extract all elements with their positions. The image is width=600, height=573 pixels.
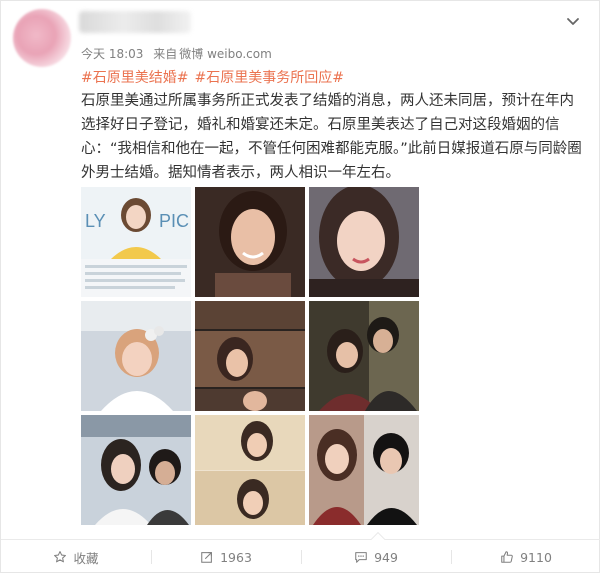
comment-icon xyxy=(355,552,367,563)
post-text: 石原里美通过所属事务所正式发表了结婚的消息，两人还未同居，预计在年内选择好日子登… xyxy=(81,93,582,181)
thumbs-up-icon xyxy=(501,551,513,563)
post-image-5[interactable] xyxy=(195,301,305,411)
post-image-1[interactable]: LY PIC xyxy=(81,187,191,297)
repost-icon xyxy=(201,552,212,563)
comment-count: 949 xyxy=(374,549,398,565)
favorite-label: 收藏 xyxy=(73,550,99,566)
post-meta: 今天 18:03 来自 微博 weibo.com xyxy=(81,45,272,62)
post-time[interactable]: 今天 18:03 xyxy=(81,47,143,61)
hashtag-link[interactable]: #石原里美结婚# xyxy=(81,70,188,86)
svg-text:LY: LY xyxy=(85,211,106,231)
post-image-6[interactable] xyxy=(309,301,419,411)
post-image-9[interactable] xyxy=(309,415,419,525)
source-prefix: 来自 xyxy=(153,47,178,61)
post-image-2[interactable] xyxy=(195,187,305,297)
svg-text:PIC: PIC xyxy=(159,211,189,231)
hashtag-link[interactable]: #石原里美事务所回应# xyxy=(194,70,343,86)
chevron-down-icon[interactable] xyxy=(565,13,581,29)
username-redacted[interactable] xyxy=(79,11,191,33)
like-button[interactable]: 9110 xyxy=(451,540,600,573)
avatar[interactable] xyxy=(13,9,71,67)
favorite-button[interactable]: 收藏 xyxy=(1,540,151,573)
post-image-7[interactable] xyxy=(81,415,191,525)
like-count: 9110 xyxy=(520,549,552,565)
image-grid: LY PIC xyxy=(81,187,421,525)
comment-button[interactable]: 949 xyxy=(301,540,451,573)
post-image-3[interactable] xyxy=(309,187,419,297)
hashtags: #石原里美结婚# #石原里美事务所回应# xyxy=(81,67,344,87)
weibo-post-card: 今天 18:03 来自 微博 weibo.com #石原里美结婚# #石原里美事务所… xyxy=(0,0,600,573)
post-image-4[interactable] xyxy=(81,301,191,411)
star-icon xyxy=(54,551,67,563)
post-source[interactable]: 微博 weibo.com xyxy=(179,47,272,61)
repost-count: 1963 xyxy=(220,549,252,565)
repost-button[interactable]: 1963 xyxy=(151,540,301,573)
post-image-8[interactable] xyxy=(195,415,305,525)
action-bar: 收藏 1963 949 9110 xyxy=(1,531,600,573)
